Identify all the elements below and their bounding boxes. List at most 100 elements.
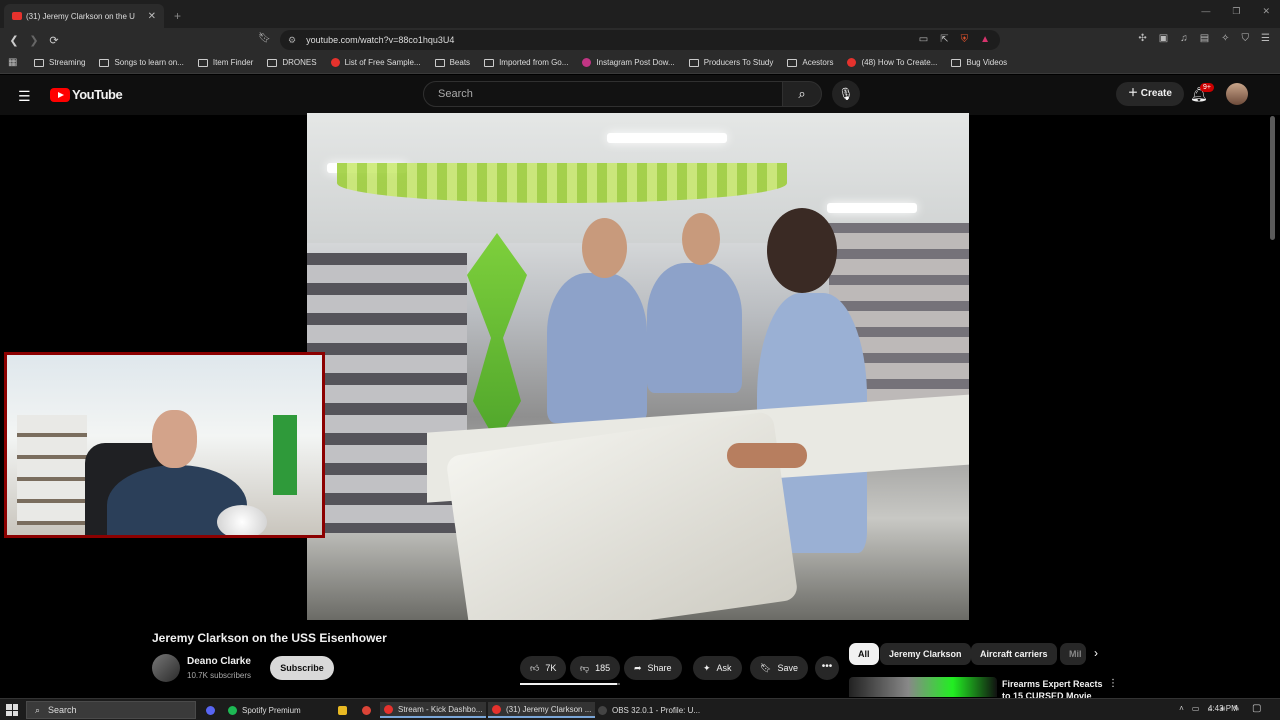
bookmark-label: Producers To Study — [703, 58, 774, 67]
brave-icon — [384, 704, 393, 714]
taskbar-file-explorer[interactable] — [334, 702, 351, 718]
extension-icons: ✣ ▣ ♫ ▤ ✧ ⛉ ☰ — [1138, 33, 1270, 44]
channel-name[interactable]: Deano Clarke — [187, 656, 251, 667]
notification-center-icon[interactable]: ▢ — [1252, 703, 1261, 714]
folder-icon — [99, 58, 110, 67]
folder-icon — [267, 58, 278, 67]
search-input[interactable]: Search — [423, 81, 783, 107]
chip-jeremy-clarkson[interactable]: Jeremy Clarkson — [880, 643, 971, 665]
address-bar[interactable]: ⚙︎ youtube.com/watch?v=88co1hqu3U4 ▭ ⇱ ⛨… — [280, 30, 1000, 50]
create-button[interactable]: ＋ Create — [1116, 82, 1184, 106]
search-button[interactable]: ⌕ — [782, 81, 822, 107]
sidebar-icon[interactable]: ▣ — [1159, 33, 1168, 44]
chip-military[interactable]: Mil — [1060, 643, 1086, 665]
bookmark-label: Songs to learn on... — [114, 58, 184, 67]
brave-rewards-icon[interactable]: ▲ — [980, 34, 990, 45]
cast-icon[interactable]: ▭ — [919, 34, 928, 45]
taskbar-spotify[interactable]: Spotify Premium — [224, 702, 305, 718]
taskbar-kick-dashboard[interactable]: Stream - Kick Dashbo... — [380, 702, 487, 718]
chip-aircraft-carriers[interactable]: Aircraft carriers — [971, 643, 1057, 665]
recommendation-title[interactable]: Firearms Expert Reacts to 15 CURSED Movi… — [1002, 678, 1106, 698]
tray-overflow-icon[interactable]: ˄ — [1179, 704, 1184, 714]
taskbar-obs[interactable]: OBS 32.0.1 - Profile: U... — [594, 702, 704, 718]
video-frame-decoration — [467, 233, 527, 443]
subscribe-button[interactable]: Subscribe — [270, 656, 334, 680]
new-tab-button[interactable]: + — [174, 4, 181, 28]
taskbar-clock[interactable]: 4:43 PM — [1208, 704, 1238, 713]
chevron-right-icon[interactable]: › — [1094, 646, 1098, 660]
video-player[interactable] — [307, 113, 969, 620]
chip-all[interactable]: All — [849, 643, 879, 665]
bookmark-page-icon[interactable]: 🔖︎ — [258, 33, 271, 44]
media-icon[interactable]: ♫ — [1180, 33, 1188, 44]
folder-icon — [484, 58, 495, 67]
folder-icon — [197, 58, 208, 67]
save-button[interactable]: 🔖︎ Save — [750, 656, 808, 680]
more-vertical-icon[interactable]: ⋮ — [1108, 678, 1118, 689]
chrome-icon — [362, 705, 371, 715]
bookmark-how-to-create[interactable]: (48) How To Create... — [847, 58, 937, 67]
youtube-logo[interactable]: YouTube — [50, 87, 123, 102]
youtube-header: ☰ YouTube Search ⌕ 🎙︎ ＋ Create 🔔︎ 9+ — [0, 75, 1280, 115]
forward-arrow-icon[interactable]: ❯ — [24, 34, 44, 47]
extensions-icon[interactable]: ✣ — [1138, 33, 1146, 44]
bookmark-label: Bug Videos — [966, 58, 1008, 67]
obs-icon — [598, 705, 607, 715]
like-ratio-fill — [520, 683, 617, 685]
tab-close-icon[interactable]: ✕ — [148, 11, 156, 22]
page-scrollbar[interactable] — [1270, 116, 1275, 240]
bookmark-streaming[interactable]: Streaming — [34, 58, 85, 67]
apps-grid-icon[interactable]: ▦ — [8, 57, 20, 68]
bookmark-drones[interactable]: DRONES — [267, 58, 317, 67]
bookmark-instagram[interactable]: Instagram Post Dow... — [582, 58, 675, 67]
bookmark-acestors[interactable]: Acestors — [787, 58, 833, 67]
webcam-person-head — [152, 410, 197, 468]
taskbar-discord[interactable] — [202, 702, 219, 718]
site-info-icon[interactable]: ⚙︎ — [288, 35, 296, 46]
bookmark-label: List of Free Sample... — [344, 58, 421, 67]
vpn-icon[interactable]: ⛉ — [1242, 33, 1250, 44]
maximize-button[interactable]: ❐ — [1232, 6, 1240, 17]
menu-icon[interactable]: ☰ — [1261, 33, 1270, 44]
ask-button[interactable]: ✦ Ask — [693, 656, 742, 680]
guide-menu-icon[interactable]: ☰ — [18, 88, 31, 105]
folder-icon — [688, 58, 699, 67]
more-actions-button[interactable]: ••• — [815, 656, 839, 680]
bookmark-producers[interactable]: Producers To Study — [688, 58, 774, 67]
sparkle-icon: ✦ — [703, 662, 711, 673]
browser-tab[interactable]: (31) Jeremy Clarkson on the U ✕ — [4, 4, 164, 28]
bookmark-songs[interactable]: Songs to learn on... — [99, 58, 184, 67]
minimize-button[interactable]: — — [1201, 6, 1210, 17]
recommendation-thumbnail[interactable] — [849, 677, 997, 697]
save-bookmark-icon: 🔖︎ — [760, 662, 772, 673]
taskbar-chrome[interactable] — [358, 702, 375, 718]
back-arrow-icon[interactable]: ❮ — [4, 34, 24, 47]
channel-avatar[interactable] — [152, 654, 180, 682]
reload-icon[interactable]: ⟳ — [44, 34, 64, 47]
brave-shield-icon[interactable]: ⛨ — [961, 34, 969, 45]
taskbar-item-label: Stream - Kick Dashbo... — [398, 704, 483, 714]
bookmark-item-finder[interactable]: Item Finder — [197, 58, 254, 67]
start-button[interactable] — [6, 704, 18, 716]
logo-text: YouTube — [72, 87, 123, 102]
brave-icon — [492, 704, 501, 714]
bookmark-free-samples[interactable]: List of Free Sample... — [330, 58, 421, 67]
close-window-button[interactable]: ✕ — [1262, 6, 1270, 17]
wallet-icon[interactable]: ▤ — [1200, 33, 1209, 44]
voice-search-button[interactable]: 🎙︎ — [832, 80, 860, 108]
display-icon[interactable]: ▭ — [1192, 704, 1200, 714]
dislike-button[interactable]: 👎︎ 185 — [570, 656, 621, 680]
taskbar-search[interactable]: ⌕ Search — [26, 701, 196, 719]
bookmark-beats[interactable]: Beats — [434, 58, 470, 67]
like-button[interactable]: 👍︎ 7K — [520, 656, 567, 680]
video-frame-person-head — [682, 213, 720, 265]
leo-ai-icon[interactable]: ✧ — [1221, 33, 1229, 44]
microphone-icon: 🎙︎ — [838, 87, 854, 101]
share-button[interactable]: ➦ Share — [624, 656, 682, 680]
bookmark-imported[interactable]: Imported from Go... — [484, 58, 568, 67]
share-page-icon[interactable]: ⇱ — [940, 34, 948, 45]
bookmark-bug-videos[interactable]: Bug Videos — [951, 58, 1007, 67]
bookmark-label: Item Finder — [212, 58, 254, 67]
taskbar-youtube-window[interactable]: (31) Jeremy Clarkson ... — [488, 702, 596, 718]
account-avatar[interactable] — [1226, 83, 1248, 105]
